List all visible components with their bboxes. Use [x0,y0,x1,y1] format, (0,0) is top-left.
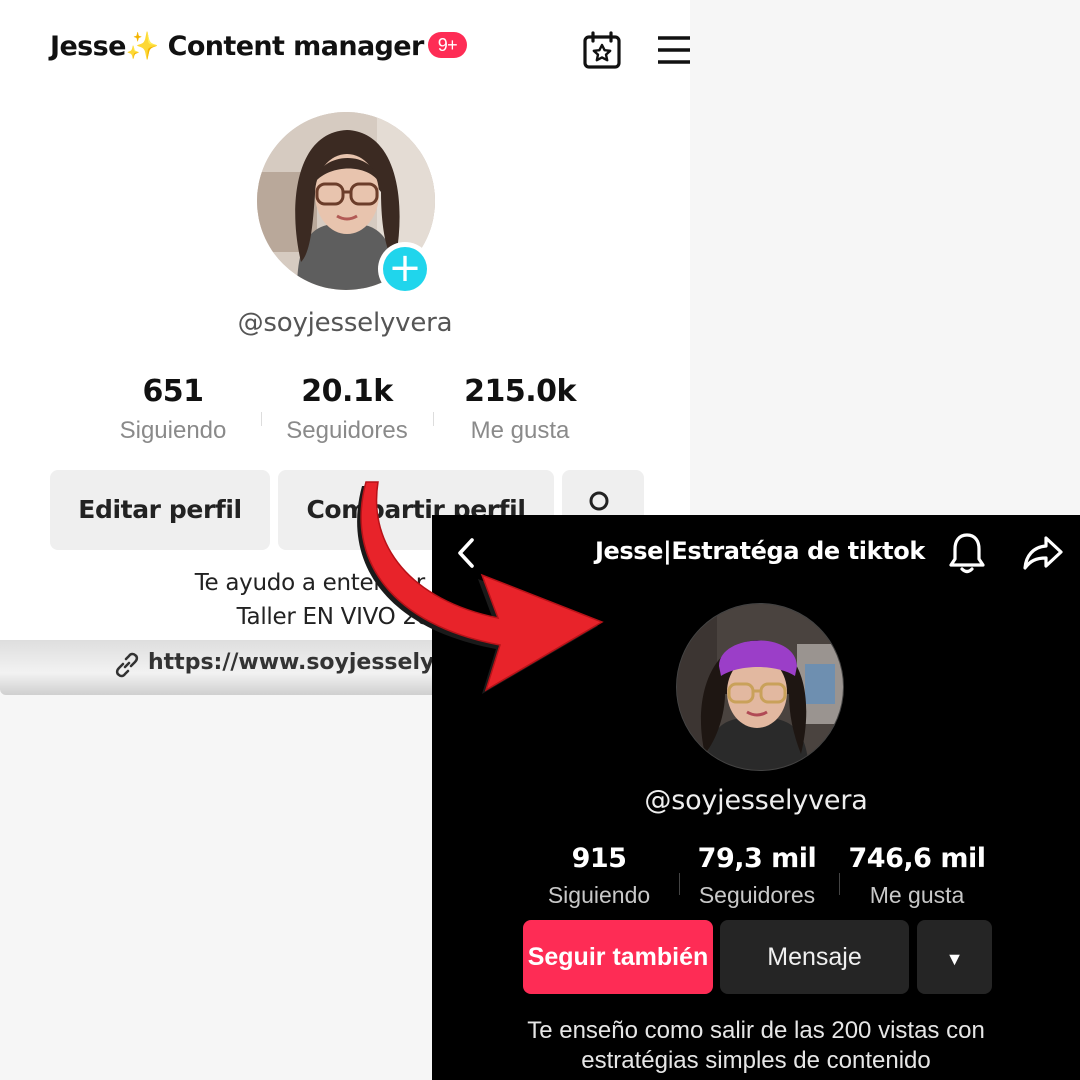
username: @soyjesselyvera [644,785,868,816]
notification-badge[interactable]: 9+ [427,31,468,58]
profile-title: Jesse✨ Content manager 9+ [50,30,468,62]
username: @soyjesselyvera [237,308,453,338]
avatar[interactable] [676,603,844,771]
stat-value: 20.1k [301,374,393,409]
stat-label: Siguiendo [119,417,227,444]
follow-back-button[interactable]: Seguir también [523,920,713,994]
add-photo-button[interactable]: + [378,242,432,296]
stat-value: 79,3 mil [697,843,817,874]
stat-value: 915 [571,843,627,874]
stat-following[interactable]: 915 Siguiendo [534,843,664,909]
stat-label: Me gusta [869,882,965,908]
calendar-icon[interactable] [582,30,622,70]
stat-value: 746,6 mil [848,843,986,874]
stat-followers[interactable]: 79,3 mil Seguidores [687,843,827,909]
message-button[interactable]: Mensaje [720,920,909,994]
stat-value: 215.0k [464,374,576,409]
stat-divider [679,873,680,895]
stat-followers[interactable]: 20.1k Seguidores [272,374,422,445]
stat-label: Siguiendo [547,882,651,908]
stat-label: Me gusta [470,417,570,444]
stat-likes[interactable]: 215.0k Me gusta [450,374,590,445]
stat-divider [433,412,434,426]
plus-icon: + [383,247,427,291]
bell-icon[interactable] [947,531,987,575]
stat-divider [839,873,840,895]
stat-label: Seguidores [286,417,408,444]
link-icon [115,652,139,678]
stat-label: Seguidores [698,882,816,908]
edit-profile-button[interactable]: Editar perfil [50,470,270,550]
stat-likes[interactable]: 746,6 mil Me gusta [844,843,990,909]
share-icon[interactable] [1022,533,1064,573]
profile-title: Jesse|Estratéga de tiktok [595,537,925,565]
stat-following[interactable]: 651 Siguiendo [108,374,238,445]
back-icon[interactable] [452,535,480,571]
profile-link[interactable]: https://www.soyjesselyv [148,650,449,675]
bio-line: estratégias simples de contenido [581,1047,931,1074]
dropdown-button[interactable]: ▼ [917,920,992,994]
profile-header: Jesse✨ Content manager 9+ [0,0,690,100]
menu-icon[interactable] [656,34,690,66]
stat-divider [261,412,262,426]
after-profile-screen: Jesse|Estratéga de tiktok @soyjesselyver… [432,515,1080,1080]
bio-line: Te enseño como salir de las 200 vistas c… [527,1017,985,1044]
stat-value: 651 [142,374,204,409]
profile-name: Jesse✨ Content manager [50,31,424,62]
caret-down-icon: ▼ [945,949,964,969]
